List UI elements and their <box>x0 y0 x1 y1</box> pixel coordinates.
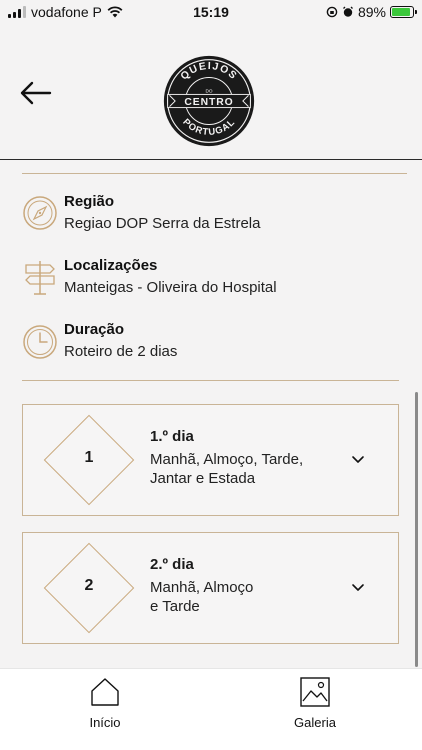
alarm-icon <box>343 6 353 17</box>
region-row: Região Regiao DOP Serra da Estrela <box>22 193 402 243</box>
scrollbar[interactable] <box>415 392 418 667</box>
logo-small-text: DO <box>205 89 212 94</box>
image-icon <box>300 677 330 707</box>
nav-home[interactable]: Início <box>65 677 145 730</box>
locations-title: Localizações <box>64 257 158 274</box>
battery-icon <box>390 6 417 18</box>
locations-value: Manteigas - Oliveira do Hospital <box>64 279 277 296</box>
chevron-down-icon[interactable] <box>351 455 365 465</box>
battery-percent: 89% <box>357 4 386 20</box>
locations-row: Localizações Manteigas - Oliveira do Hos… <box>22 257 402 307</box>
logo-middle-text: CENTRO <box>184 97 233 108</box>
nav-gallery-label: Galeria <box>294 715 336 730</box>
info-bottom-divider <box>22 380 399 381</box>
clock-icon <box>23 325 57 359</box>
day-card-1[interactable]: 1 1.º dia Manhã, Almoço, Tarde, Jantar e… <box>22 404 399 516</box>
day-description-line: Manhã, Almoço <box>150 579 254 596</box>
logo: QUEIJOS PORTUGAL DO CENTRO <box>163 55 255 147</box>
duration-value: Roteiro de 2 dias <box>64 343 178 360</box>
day-description-line: Jantar e Estada <box>150 470 256 487</box>
day-description: Manhã, Almoço, Tarde, Jantar e Estada <box>150 450 340 488</box>
day-number: 2 <box>84 577 94 594</box>
orientation-lock-icon <box>326 6 338 18</box>
day-description-line: e Tarde <box>150 598 200 615</box>
bottom-nav: Início Galeria <box>0 668 422 750</box>
day-title: 2.º dia <box>150 556 194 573</box>
day-card-2[interactable]: 2 2.º dia Manhã, Almoço e Tarde <box>22 532 399 644</box>
region-value: Regiao DOP Serra da Estrela <box>64 215 261 232</box>
status-bar: vodafone P 15:19 89% <box>0 0 422 26</box>
day-number: 1 <box>84 449 94 466</box>
duration-title: Duração <box>64 321 125 338</box>
day-description-line: Manhã, Almoço, Tarde, <box>150 451 304 468</box>
signpost-icon <box>25 261 55 295</box>
back-arrow-icon[interactable] <box>18 78 54 108</box>
nav-gallery[interactable]: Galeria <box>275 677 355 730</box>
header: QUEIJOS PORTUGAL DO CENTRO <box>0 26 422 160</box>
status-right: 89% <box>326 4 417 20</box>
day-title: 1.º dia <box>150 428 194 445</box>
info-top-divider <box>22 173 407 174</box>
duration-row: Duração Roteiro de 2 dias <box>22 321 402 371</box>
chevron-down-icon[interactable] <box>351 583 365 593</box>
nav-home-label: Início <box>89 715 121 730</box>
home-icon <box>91 678 119 706</box>
region-title: Região <box>64 193 115 210</box>
compass-icon <box>23 196 57 230</box>
day-description: Manhã, Almoço e Tarde <box>150 578 340 616</box>
